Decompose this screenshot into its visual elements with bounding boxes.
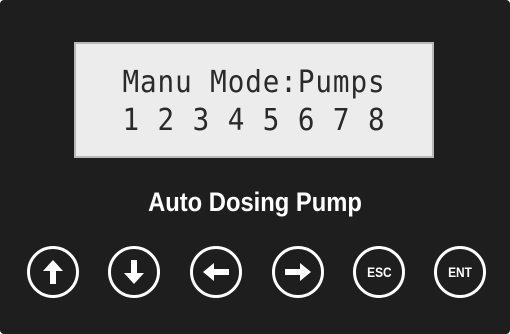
- left-button[interactable]: [190, 246, 242, 298]
- arrow-down-icon: [123, 259, 145, 285]
- arrow-left-icon: [202, 262, 230, 282]
- control-panel: Manu Mode:Pumps 1 2 3 4 5 6 7 8 Auto Dos…: [0, 0, 510, 334]
- up-button[interactable]: [27, 246, 79, 298]
- enter-button[interactable]: ENT: [434, 246, 486, 298]
- esc-button-label: ESC: [366, 264, 392, 280]
- lcd-line-1: Manu Mode:Pumps: [122, 65, 386, 100]
- lcd-display: Manu Mode:Pumps 1 2 3 4 5 6 7 8: [74, 42, 434, 158]
- lcd-line-2: 1 2 3 4 5 6 7 8: [122, 103, 386, 138]
- down-button[interactable]: [108, 246, 160, 298]
- right-button[interactable]: [272, 246, 324, 298]
- keypad: ESC ENT: [0, 246, 510, 302]
- arrow-up-icon: [42, 259, 64, 285]
- device-name-label: Auto Dosing Pump: [148, 187, 362, 217]
- esc-button[interactable]: ESC: [353, 246, 405, 298]
- enter-button-label: ENT: [448, 264, 472, 280]
- arrow-right-icon: [284, 262, 312, 282]
